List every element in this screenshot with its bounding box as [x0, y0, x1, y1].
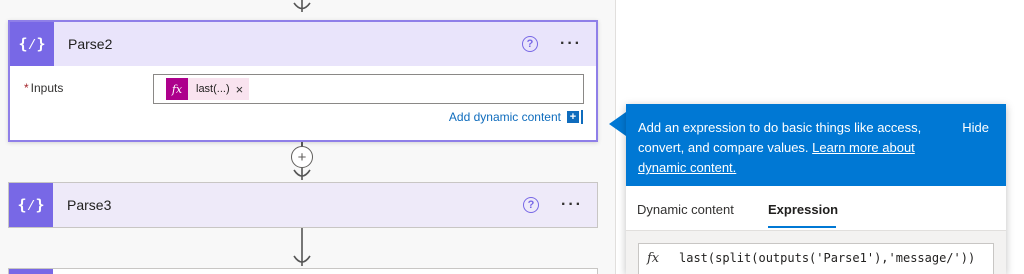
popup-caret [609, 112, 626, 136]
help-icon[interactable]: ? [522, 36, 539, 52]
function-icon: fx [166, 78, 188, 100]
expression-token[interactable]: fx last(...) × [166, 78, 250, 100]
remove-token-icon[interactable]: × [236, 82, 244, 97]
more-options-icon[interactable]: ··· [561, 196, 583, 214]
action-card-next[interactable] [8, 268, 598, 274]
popup-info-banner: Add an expression to do basic things lik… [626, 104, 1006, 186]
card-body-parse2: * Inputs fx last(...) × Add dynamic conte… [10, 66, 596, 142]
card-title: Parse3 [67, 197, 112, 213]
flow-designer-canvas: {⁄} Parse2 ? ··· * Inputs fx last(...) × … [0, 0, 615, 274]
plus-icon[interactable]: + [567, 111, 579, 123]
connector-arrow-bottom [293, 228, 311, 266]
card-title: Parse2 [68, 36, 113, 52]
connector-arrow-top [293, 0, 311, 12]
expression-braces-icon: {⁄} [9, 183, 53, 227]
expression-value[interactable]: last(split(outputs('Parse1'),'message/')… [679, 251, 975, 265]
required-mark: * [24, 81, 29, 95]
add-dynamic-divider [581, 110, 583, 124]
insert-step-button[interactable]: + [291, 146, 313, 168]
expression-braces-icon [9, 269, 53, 274]
card-header-parse2[interactable]: {⁄} Parse2 ? ··· [10, 22, 596, 66]
expression-input[interactable]: fx last(split(outputs('Parse1'),'message… [638, 243, 994, 274]
card-header-parse3[interactable]: {⁄} Parse3 ? ··· [9, 183, 597, 227]
inputs-field[interactable]: fx last(...) × [153, 74, 584, 104]
popup-tabs: Dynamic content Expression [626, 186, 1006, 230]
action-card-parse3[interactable]: {⁄} Parse3 ? ··· [8, 182, 598, 228]
banner-text-block: Add an expression to do basic things lik… [638, 118, 944, 178]
dynamic-content-popup: Add an expression to do basic things lik… [626, 104, 1006, 274]
help-icon[interactable]: ? [523, 197, 540, 213]
inputs-label: * Inputs [24, 81, 63, 95]
expression-area: fx last(split(outputs('Parse1'),'message… [626, 230, 1006, 274]
more-options-icon[interactable]: ··· [560, 35, 582, 53]
tab-expression[interactable]: Expression [768, 202, 838, 217]
hide-button[interactable]: Hide [962, 118, 989, 138]
token-label: last(...) [196, 83, 230, 95]
active-tab-indicator [768, 226, 836, 228]
inputs-label-text: Inputs [30, 81, 64, 95]
add-dynamic-content-button[interactable]: Add dynamic content + [449, 110, 583, 124]
function-icon: fx [647, 251, 660, 266]
tab-dynamic-content[interactable]: Dynamic content [637, 202, 734, 217]
action-card-parse2[interactable]: {⁄} Parse2 ? ··· * Inputs fx last(...) × … [8, 20, 598, 142]
expression-braces-icon: {⁄} [10, 22, 54, 66]
connector-arrow-middle [293, 168, 311, 180]
add-dynamic-content-label[interactable]: Add dynamic content [449, 110, 561, 124]
